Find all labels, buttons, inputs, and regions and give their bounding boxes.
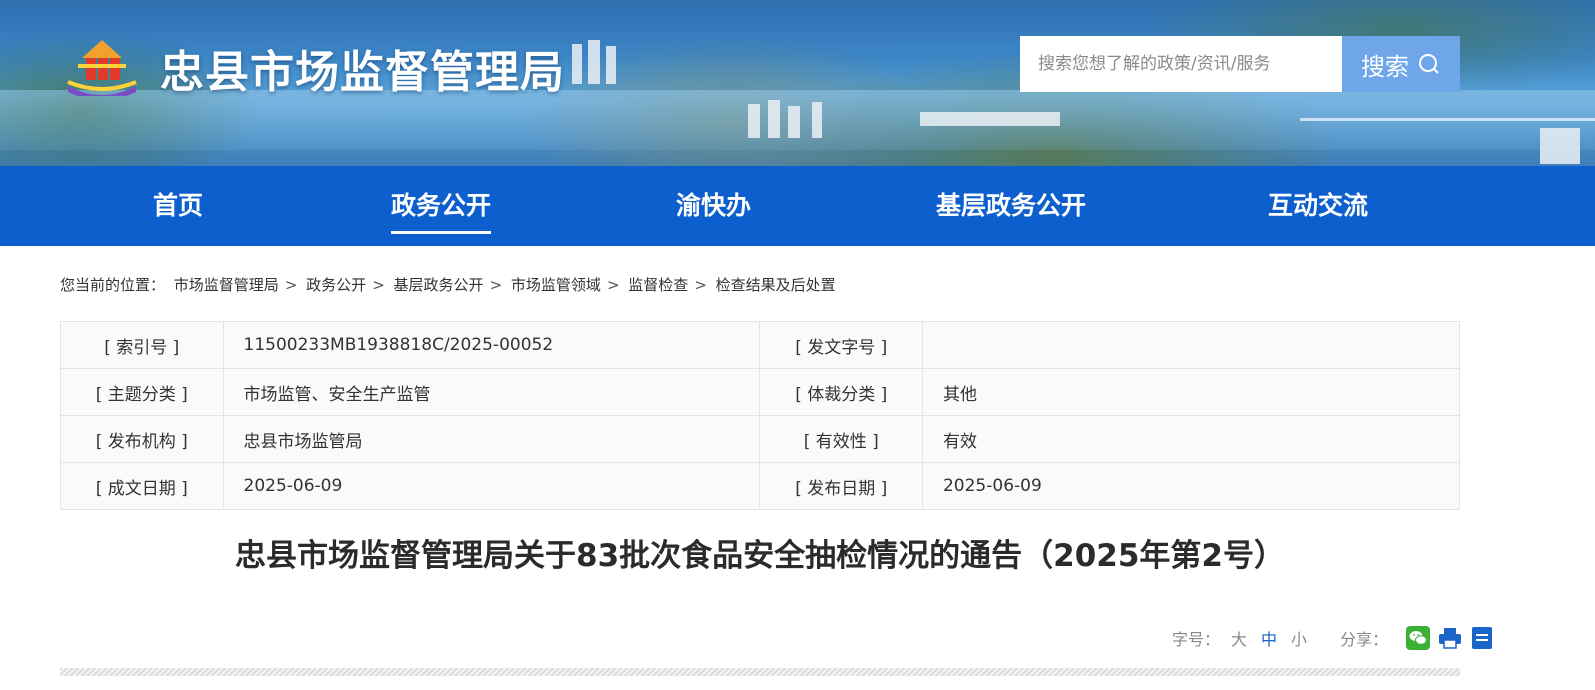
font-size-label: 字号： <box>1172 630 1221 649</box>
main-nav: 首页 政务公开 渝快办 基层政务公开 互动交流 <box>0 166 1595 246</box>
banner-building <box>748 104 760 138</box>
breadcrumb-separator: > <box>489 276 503 294</box>
banner-building <box>572 44 582 84</box>
nav-item-grassroots-affairs[interactable]: 基层政务公开 <box>936 166 1086 246</box>
info-value: 市场监管、安全生产监管 <box>222 368 761 416</box>
wechat-icon[interactable] <box>1406 626 1431 650</box>
site-logo-icon[interactable] <box>64 34 140 96</box>
info-value: 2025-06-09 <box>222 462 761 510</box>
info-label: [ 有效性 ] <box>759 415 923 463</box>
font-size-small[interactable]: 小 <box>1291 626 1307 650</box>
banner-building <box>588 40 600 84</box>
nav-item-interaction[interactable]: 互动交流 <box>1268 166 1368 246</box>
table-row: [ 成文日期 ] 2025-06-09 [ 发布日期 ] 2025-06-09 <box>60 462 1461 510</box>
document-info-table: [ 索引号 ] 11500233MB1938818C/2025-00052 [ … <box>60 321 1461 510</box>
breadcrumb-item[interactable]: 市场监管领域 <box>511 276 601 294</box>
search-button[interactable]: 搜索 <box>1342 36 1460 92</box>
breadcrumb-separator: > <box>372 276 385 294</box>
search-input[interactable] <box>1020 36 1342 92</box>
breadcrumb-item[interactable]: 检查结果及后处置 <box>716 276 836 294</box>
table-row: [ 发布机构 ] 忠县市场监管局 [ 有效性 ] 有效 <box>60 415 1461 463</box>
breadcrumb-item[interactable]: 监督检查 <box>628 276 688 294</box>
info-label: [ 体裁分类 ] <box>759 368 923 416</box>
search-bar: 搜索 <box>1020 36 1460 92</box>
info-label: [ 发文字号 ] <box>759 321 923 369</box>
breadcrumb-separator: > <box>694 276 707 294</box>
nav-item-home[interactable]: 首页 <box>153 166 203 246</box>
table-row: [ 主题分类 ] 市场监管、安全生产监管 [ 体裁分类 ] 其他 <box>60 368 1461 416</box>
info-label: [ 发布机构 ] <box>60 415 224 463</box>
print-icon[interactable] <box>1438 626 1462 650</box>
banner-building <box>920 112 1060 126</box>
breadcrumb-prefix: 您当前的位置： <box>60 276 166 294</box>
article-title: 忠县市场监督管理局关于83批次食品安全抽检情况的通告（2025年第2号） <box>235 538 1285 574</box>
info-value <box>921 321 1461 369</box>
info-value: 2025-06-09 <box>921 462 1461 510</box>
breadcrumb-separator: > <box>284 276 298 294</box>
info-label: [ 索引号 ] <box>60 321 224 369</box>
share-label: 分享： <box>1340 630 1389 649</box>
article-tools: 字号： 大 中 小 分享： <box>1172 626 1494 650</box>
breadcrumb-item[interactable]: 基层政务公开 <box>394 276 484 294</box>
info-value: 其他 <box>921 368 1461 416</box>
nav-item-government-affairs[interactable]: 政务公开 <box>391 166 492 246</box>
breadcrumb-item[interactable]: 政务公开 <box>306 276 366 294</box>
banner-building <box>1540 128 1580 164</box>
search-icon <box>1419 54 1439 74</box>
banner-building <box>606 46 616 84</box>
banner-building <box>788 106 800 138</box>
info-label: [ 主题分类 ] <box>60 368 224 416</box>
table-row: [ 索引号 ] 11500233MB1938818C/2025-00052 [ … <box>60 321 1461 369</box>
banner-bridge <box>1300 118 1595 121</box>
content-divider <box>60 668 1460 676</box>
info-value: 忠县市场监管局 <box>222 415 761 463</box>
info-value: 有效 <box>921 415 1461 463</box>
site-title[interactable]: 忠县市场监督管理局 <box>160 36 565 100</box>
breadcrumb-separator: > <box>606 276 620 294</box>
banner-building <box>768 100 780 138</box>
info-label: [ 成文日期 ] <box>60 462 224 510</box>
header-banner: 忠县市场监督管理局 搜索 <box>0 0 1595 166</box>
info-value: 11500233MB1938818C/2025-00052 <box>222 321 761 369</box>
font-size-large[interactable]: 大 <box>1231 626 1247 650</box>
font-size-medium[interactable]: 中 <box>1261 626 1277 650</box>
document-icon[interactable] <box>1470 626 1494 650</box>
search-button-label: 搜索 <box>1361 52 1409 81</box>
breadcrumb: 您当前的位置： 市场监督管理局 > 政务公开 > 基层政务公开 > 市场监管领域 > 监… <box>60 274 840 295</box>
breadcrumb-item[interactable]: 市场监督管理局 <box>174 276 279 294</box>
banner-building <box>812 102 822 138</box>
nav-item-yukuaiban[interactable]: 渝快办 <box>676 166 751 246</box>
info-label: [ 发布日期 ] <box>759 462 923 510</box>
